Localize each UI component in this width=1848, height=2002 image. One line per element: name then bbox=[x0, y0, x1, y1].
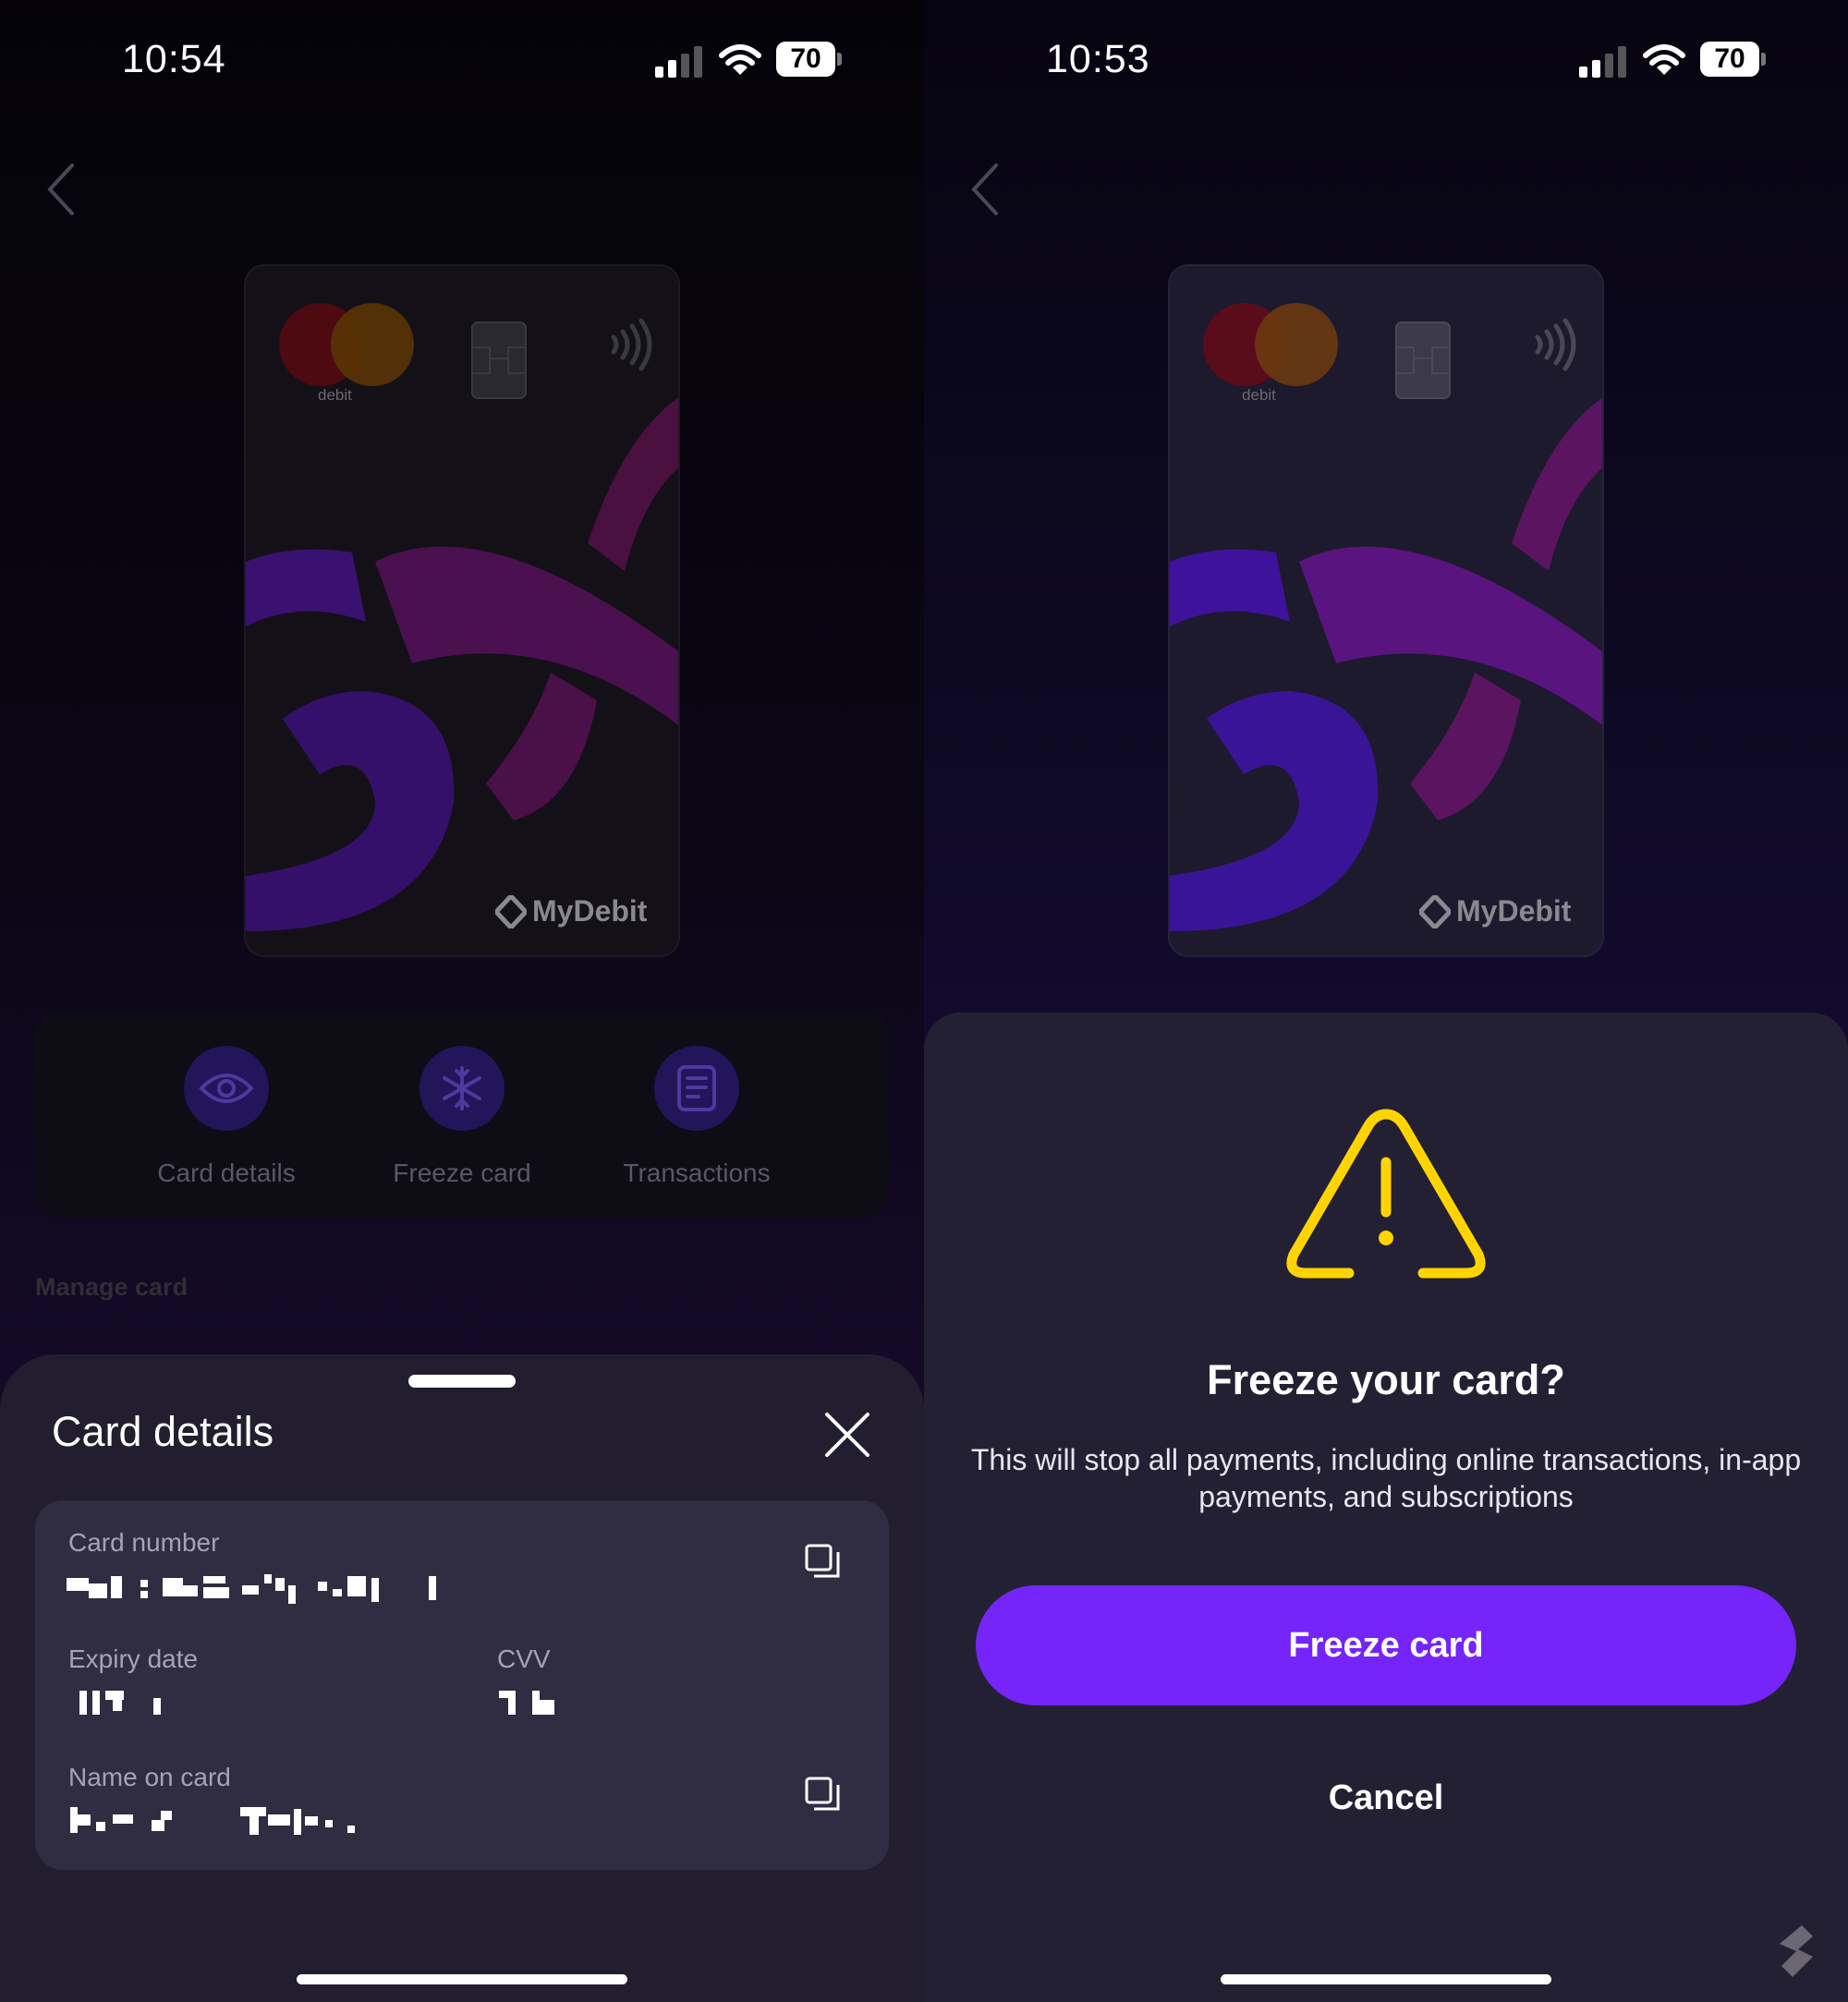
warning-triangle-icon bbox=[1286, 1109, 1486, 1279]
chip-icon bbox=[1395, 322, 1451, 399]
back-button[interactable] bbox=[968, 162, 1005, 217]
card-actions-panel: Card details Freeze card Transactions bbox=[35, 1011, 889, 1218]
battery-level: 70 bbox=[1700, 42, 1759, 77]
receipt-icon bbox=[677, 1065, 716, 1111]
back-button[interactable] bbox=[44, 162, 81, 217]
cvv-label: CVV bbox=[497, 1644, 551, 1673]
freeze-card-button[interactable]: Freeze card bbox=[976, 1585, 1796, 1705]
brand-logo: MyDebit bbox=[1419, 894, 1571, 928]
card-details-label: Card details bbox=[157, 1159, 296, 1187]
copy-name-icon[interactable] bbox=[804, 1776, 841, 1813]
freeze-card-screen: 10:53 70 debit MyDebit Freeze your card?… bbox=[924, 0, 1848, 2002]
cancel-button[interactable]: Cancel bbox=[1201, 1765, 1571, 1830]
battery-icon: 70 bbox=[776, 42, 842, 77]
debit-label: debit bbox=[318, 386, 352, 404]
expiry-date-value-redacted bbox=[79, 1691, 161, 1715]
cvv-value-redacted bbox=[499, 1691, 554, 1715]
card-details-screen: 10:54 70 debit MyDebit Card details Free… bbox=[0, 0, 924, 2002]
brand-logo: MyDebit bbox=[495, 894, 647, 928]
card-details-action[interactable]: Card details bbox=[106, 1046, 346, 1188]
home-indicator bbox=[1221, 1974, 1551, 1984]
diamond-logo-icon bbox=[495, 894, 527, 928]
freeze-card-action[interactable]: Freeze card bbox=[342, 1046, 582, 1188]
battery-icon: 70 bbox=[1700, 42, 1766, 77]
mastercard-logo bbox=[1203, 303, 1338, 386]
mastercard-logo bbox=[279, 303, 414, 386]
status-bar: 10:53 70 bbox=[924, 37, 1848, 89]
debit-card: debit MyDebit bbox=[244, 264, 680, 957]
brand-name: MyDebit bbox=[1456, 894, 1572, 928]
name-on-card-label: Name on card bbox=[68, 1763, 231, 1791]
snowflake-icon bbox=[443, 1066, 481, 1110]
contactless-icon bbox=[1535, 318, 1576, 371]
sheet-drag-handle[interactable] bbox=[408, 1375, 516, 1388]
expiry-date-label: Expiry date bbox=[68, 1644, 199, 1673]
battery-level: 70 bbox=[776, 42, 835, 77]
debit-label: debit bbox=[1242, 386, 1276, 404]
wifi-icon bbox=[1643, 44, 1685, 75]
modal-title: Freeze your card? bbox=[1207, 1356, 1565, 1403]
diamond-logo-icon bbox=[1419, 894, 1451, 928]
close-button[interactable] bbox=[822, 1410, 872, 1460]
card-number-value-redacted bbox=[67, 1574, 436, 1604]
cellular-signal-icon bbox=[1579, 46, 1626, 78]
debit-card: debit MyDebit bbox=[1168, 264, 1604, 957]
home-indicator bbox=[297, 1974, 627, 1984]
name-on-card-value-redacted bbox=[70, 1807, 355, 1835]
cellular-signal-icon bbox=[655, 46, 702, 78]
modal-message: This will stop all payments, including o… bbox=[970, 1443, 1802, 1513]
copy-card-number-icon[interactable] bbox=[804, 1543, 841, 1580]
card-number-label: Card number bbox=[68, 1528, 220, 1557]
status-bar: 10:54 70 bbox=[0, 37, 924, 89]
eye-icon bbox=[199, 1074, 254, 1103]
status-time: 10:54 bbox=[122, 37, 226, 81]
transactions-label: Transactions bbox=[623, 1159, 771, 1187]
freeze-card-label: Freeze card bbox=[393, 1159, 531, 1187]
sheet-title: Card details bbox=[52, 1408, 274, 1455]
brand-name: MyDebit bbox=[532, 894, 648, 928]
freeze-confirmation-sheet: Freeze your card? This will stop all pay… bbox=[924, 1013, 1848, 2002]
manage-card-heading: Manage card bbox=[35, 1273, 188, 1301]
transactions-action[interactable]: Transactions bbox=[577, 1046, 817, 1188]
card-details-box: Card number Expiry date CVV Name on card bbox=[35, 1500, 889, 1870]
watermark-logo-icon bbox=[1780, 1925, 1813, 1977]
chip-icon bbox=[471, 322, 527, 399]
contactless-icon bbox=[611, 318, 652, 371]
status-time: 10:53 bbox=[1046, 37, 1150, 81]
card-details-sheet: Card details Card number Expiry date CVV… bbox=[0, 1354, 924, 2002]
wifi-icon bbox=[719, 44, 761, 75]
